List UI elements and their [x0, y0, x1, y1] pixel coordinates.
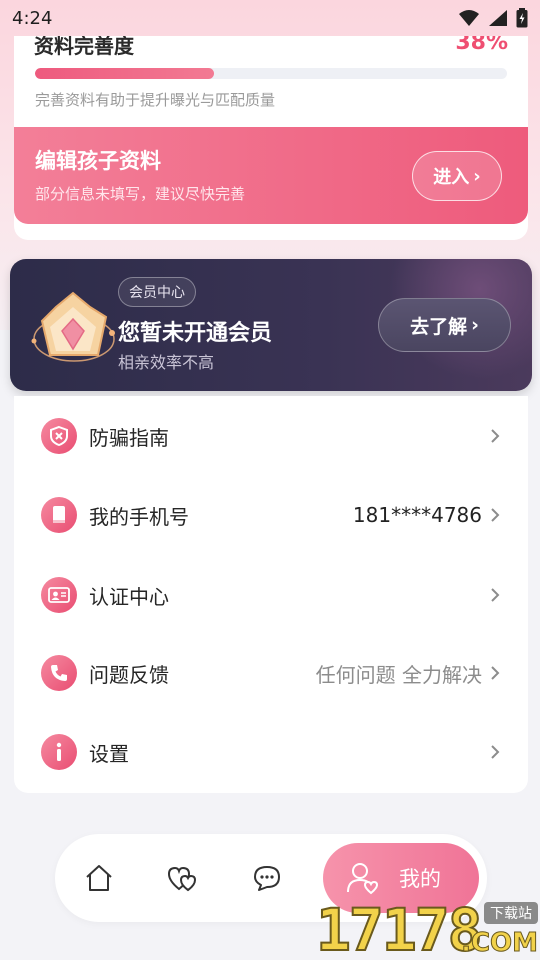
vip-title: 您暂未开通会员: [118, 321, 273, 346]
chat-icon: [254, 866, 280, 891]
tab-match[interactable]: [161, 856, 205, 900]
enter-button-label: 进入: [433, 167, 470, 188]
menu-item-label: 问题反馈: [89, 662, 169, 687]
status-time: 4:24: [12, 7, 53, 29]
home-icon: [86, 865, 112, 891]
user-heart-icon: [347, 863, 379, 895]
chevron-right-icon: ›: [473, 165, 481, 187]
signal-icon: [489, 10, 507, 26]
phone-icon: [41, 655, 77, 691]
learn-more-button[interactable]: 去了解 ›: [378, 298, 511, 352]
phone-book-icon: [41, 497, 77, 533]
battery-icon: [516, 8, 528, 28]
hearts-icon: [167, 866, 197, 892]
vip-subtitle: 相亲效率不高: [118, 353, 215, 372]
menu-item-label: 认证中心: [89, 584, 169, 609]
tab-mine-label: 我的: [399, 867, 441, 891]
completeness-title: 资料完善度: [34, 36, 134, 58]
menu-item-settings[interactable]: 设置: [14, 722, 528, 782]
watermark-logo: 17178 下载站 .COM: [315, 896, 540, 960]
menu-item-label: 设置: [89, 741, 129, 766]
menu-item-my-phone[interactable]: 我的手机号 181****4786: [14, 485, 528, 545]
edit-profile-subtitle: 部分信息未填写，建议尽快完善: [35, 185, 246, 203]
watermark-tag: 下载站: [484, 902, 538, 924]
shield-icon: [41, 418, 77, 454]
settings-menu: 防骗指南 我的手机号 181****4786 认证中心 问题反馈 任何问题 全力…: [14, 396, 528, 793]
chevron-right-icon: [491, 666, 500, 680]
status-icons: [458, 8, 528, 28]
watermark-domain: .COM: [461, 928, 539, 959]
menu-item-feedback[interactable]: 问题反馈 任何问题 全力解决: [14, 643, 528, 703]
vip-center-tag: 会员中心: [118, 277, 196, 307]
chevron-right-icon: ›: [471, 314, 479, 336]
feedback-hint-value: 任何问题 全力解决: [315, 662, 482, 687]
menu-item-verification-center[interactable]: 认证中心: [14, 565, 528, 625]
profile-completeness-card: 资料完善度 38% 完善资料有助于提升曝光与匹配质量 编辑孩子资料 部分信息未填…: [14, 36, 528, 240]
chevron-right-icon: [491, 745, 500, 759]
completeness-progress-fill: [35, 68, 215, 79]
enter-button[interactable]: 进入 ›: [412, 151, 502, 201]
chevron-right-icon: [491, 429, 500, 443]
completeness-percent: 38%: [455, 36, 508, 55]
tab-home[interactable]: [77, 856, 121, 900]
completeness-progress-bar: [35, 68, 507, 79]
crown-icon: [31, 291, 115, 362]
menu-item-label: 我的手机号: [89, 504, 189, 529]
completeness-hint: 完善资料有助于提升曝光与匹配质量: [35, 91, 276, 109]
watermark-number: 17178: [315, 896, 484, 960]
edit-child-profile-banner[interactable]: 编辑孩子资料 部分信息未填写，建议尽快完善 进入 ›: [14, 127, 528, 224]
learn-more-label: 去了解: [410, 315, 468, 338]
menu-item-label: 防骗指南: [89, 425, 169, 450]
chevron-right-icon: [491, 588, 500, 602]
phone-number-value: 181****4786: [352, 503, 482, 527]
wifi-icon: [459, 10, 479, 26]
menu-item-anti-fraud-guide[interactable]: 防骗指南: [14, 406, 528, 466]
chevron-right-icon: [491, 508, 500, 522]
id-card-icon: [41, 577, 77, 613]
status-bar: 4:24: [0, 0, 540, 36]
edit-profile-title: 编辑孩子资料: [35, 149, 161, 173]
tab-messages[interactable]: [245, 856, 289, 900]
info-icon: [41, 734, 77, 770]
vip-membership-card[interactable]: 会员中心 您暂未开通会员 相亲效率不高 去了解 ›: [10, 259, 532, 391]
